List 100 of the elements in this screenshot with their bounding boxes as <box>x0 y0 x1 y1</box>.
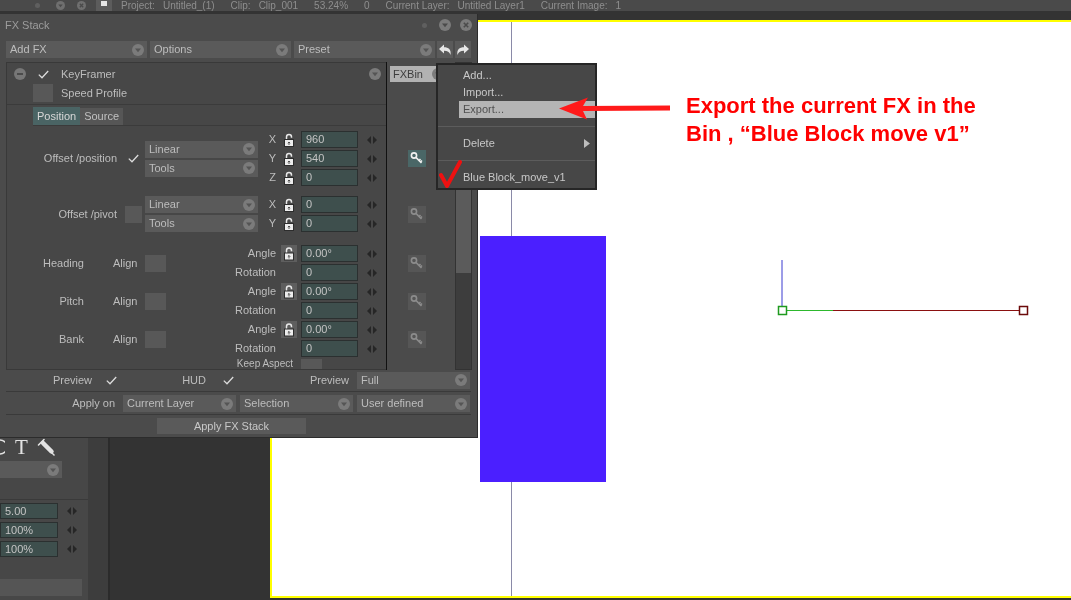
rotation-label: Rotation <box>235 266 276 279</box>
info-value: 0 <box>364 0 370 11</box>
tab[interactable]: Source <box>80 108 123 125</box>
input-field[interactable]: 100% <box>0 541 58 557</box>
close-icon[interactable] <box>460 19 472 31</box>
input-field[interactable]: 0 <box>301 196 358 213</box>
speed-profile-label: Speed Profile <box>61 86 128 100</box>
open-lock-icon[interactable] <box>283 132 295 147</box>
dropdown[interactable]: Current Layer <box>123 395 236 412</box>
angle-label: Angle <box>247 285 276 298</box>
stepper-arrows-icon[interactable] <box>367 344 377 353</box>
menu-item[interactable]: Blue Block_move_v1 <box>459 169 595 186</box>
dropdown[interactable] <box>0 461 62 478</box>
effect-name: KeyFramer <box>61 67 116 81</box>
input-field[interactable]: 0 <box>301 340 358 357</box>
stepper-arrows-icon[interactable] <box>367 173 377 182</box>
stepper-arrows-icon[interactable] <box>67 545 77 553</box>
open-lock-icon[interactable] <box>281 321 297 338</box>
open-lock-icon[interactable] <box>283 151 295 166</box>
stepper-arrows-icon[interactable] <box>367 154 377 163</box>
align-label: Align <box>113 332 138 346</box>
window-title: FX Stack <box>5 18 50 32</box>
info-value: Clip_001 <box>258 0 299 11</box>
dropdown[interactable]: Linear <box>145 140 258 158</box>
open-lock-icon[interactable] <box>283 170 295 185</box>
dropdown[interactable]: Full <box>357 371 470 389</box>
origin-handle[interactable] <box>777 305 788 316</box>
square-icon[interactable] <box>96 0 112 11</box>
open-lock-icon[interactable] <box>283 216 295 231</box>
apply-button[interactable]: Apply FX Stack <box>157 418 306 434</box>
dropdown[interactable]: Add FX <box>6 41 147 58</box>
stepper-arrows-icon[interactable] <box>367 268 377 277</box>
input-field[interactable]: 540 <box>301 150 358 167</box>
info-value: Untitled Layer1 <box>457 0 525 11</box>
input-field[interactable]: 0 <box>301 264 358 281</box>
redo-button[interactable] <box>455 41 471 58</box>
input-field[interactable]: 100% <box>0 522 58 538</box>
ring-icon[interactable] <box>0 439 5 455</box>
input-field[interactable]: 960 <box>301 131 358 148</box>
input-field[interactable]: 0 <box>301 215 358 232</box>
checkbox[interactable] <box>301 359 322 369</box>
key-icon[interactable] <box>408 292 426 310</box>
stepper-arrows-icon[interactable] <box>67 507 77 515</box>
input-field[interactable]: 0.00° <box>301 245 358 262</box>
input-field[interactable]: 0 <box>301 169 358 186</box>
offset-label: Offset /position <box>43 152 117 165</box>
undo-button[interactable] <box>437 41 453 58</box>
gizmo-horizontal-axis[interactable] <box>786 310 1020 311</box>
key-icon[interactable] <box>408 254 426 272</box>
dropdown[interactable]: Tools <box>145 159 258 177</box>
open-lock-icon[interactable] <box>283 197 295 212</box>
close-icon[interactable] <box>77 1 86 10</box>
stepper-arrows-icon[interactable] <box>367 135 377 144</box>
preview-mode-label: Preview <box>309 373 349 387</box>
input-field[interactable]: 0.00° <box>301 283 358 300</box>
dropdown[interactable]: Tools <box>145 215 258 232</box>
align-label: Align <box>113 294 138 308</box>
stepper-arrows-icon[interactable] <box>367 287 377 296</box>
dropdown[interactable]: Selection <box>240 395 353 412</box>
rotation-label: Rotation <box>235 304 276 317</box>
dropdown[interactable]: User defined <box>357 395 470 412</box>
info-value: 53.24% <box>314 0 349 11</box>
stepper-arrows-icon[interactable] <box>367 200 377 209</box>
down-circle-icon[interactable] <box>439 19 451 31</box>
menu-item[interactable]: Import... <box>459 84 595 101</box>
stepper-arrows-icon[interactable] <box>367 325 377 334</box>
annotation-text: Export the current FX in the Bin , “Blue Block move v1” <box>686 92 977 148</box>
menu-item[interactable]: Delete <box>459 135 595 152</box>
tab[interactable]: Position <box>33 107 81 125</box>
open-lock-icon[interactable] <box>281 283 297 300</box>
dropdown[interactable]: Options <box>150 41 291 58</box>
open-lock-icon[interactable] <box>281 245 297 262</box>
checkmark-icon[interactable] <box>128 154 139 163</box>
menu-item[interactable]: Add... <box>459 67 595 84</box>
axis-label: X <box>268 198 276 211</box>
key-icon[interactable] <box>408 205 426 223</box>
input-field[interactable]: 5.00 <box>0 503 58 519</box>
minus-circle-icon[interactable] <box>14 68 26 80</box>
checkmark-icon[interactable] <box>222 375 234 385</box>
stepper-arrows-icon[interactable] <box>367 306 377 315</box>
input-field[interactable]: 0.00° <box>301 321 358 338</box>
preview-label: Preview <box>52 373 92 387</box>
end-handle[interactable] <box>1018 305 1029 316</box>
checkmark-icon[interactable] <box>37 69 49 79</box>
stepper-arrows-icon[interactable] <box>367 219 377 228</box>
key-icon[interactable] <box>408 330 426 348</box>
dropdown[interactable]: Linear <box>145 196 258 213</box>
stepper-arrows-icon[interactable] <box>67 526 77 534</box>
down-circle-icon[interactable] <box>56 1 65 10</box>
pen-icon[interactable] <box>36 438 55 456</box>
info-label: Current Image: <box>540 0 608 11</box>
submenu-arrow-icon <box>584 139 590 148</box>
key-icon[interactable] <box>408 150 426 167</box>
keep-aspect-label: Keep Aspect <box>236 359 293 369</box>
checkmark-icon[interactable] <box>105 375 117 385</box>
text-tool[interactable]: T <box>15 438 28 456</box>
info-label: Current Layer: <box>385 0 450 11</box>
stepper-arrows-icon[interactable] <box>367 249 377 258</box>
input-field[interactable]: 0 <box>301 302 358 319</box>
dropdown[interactable]: Preset <box>294 41 435 58</box>
